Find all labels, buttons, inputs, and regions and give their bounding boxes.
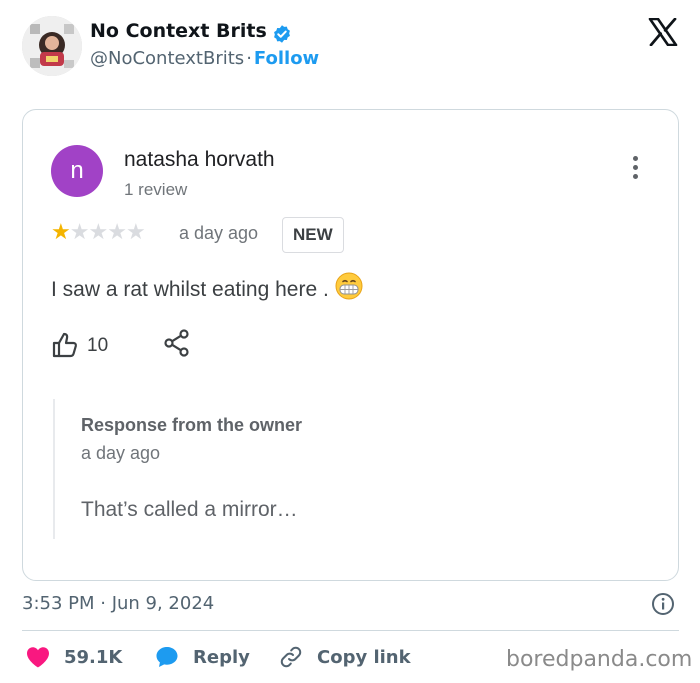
owner-response-time: a day ago [81, 443, 161, 463]
star-rating: ★★★★★ [51, 219, 146, 244]
owner-response-title: Response from the owner [81, 415, 303, 435]
review-time: a day ago [179, 223, 259, 243]
share-icon [164, 329, 189, 357]
author-avatar[interactable] [22, 16, 82, 76]
reviewer-name: natasha horvath [124, 148, 275, 171]
tweet-timestamp[interactable]: 3:53 PM · Jun 9, 2024 [22, 593, 214, 614]
author-avatar-image [22, 16, 82, 76]
new-badge: NEW [282, 217, 344, 253]
author-handle-line: @NoContextBrits · Follow [90, 48, 319, 69]
star-empty-icon: ★ [69, 219, 90, 244]
watermark: boredpanda.com [506, 647, 693, 672]
owner-response-text: That’s called a mirror… [81, 498, 298, 521]
review-text-line: I saw a rat whilst eating here . [51, 272, 363, 302]
footer-divider [22, 630, 679, 631]
owner-response-divider [53, 399, 55, 539]
heart-icon [27, 647, 49, 668]
review-text: I saw a rat whilst eating here . [51, 278, 329, 301]
reviewer-avatar: n [51, 145, 103, 197]
star-empty-icon: ★ [88, 219, 108, 244]
x-logo-icon[interactable] [648, 18, 678, 46]
copy-link-button[interactable]: Copy link [279, 645, 411, 669]
like-count: 59.1K [64, 646, 123, 668]
reply-bubble-icon [156, 647, 178, 667]
like-button[interactable]: 59.1K [26, 645, 122, 669]
author-handle[interactable]: @NoContextBrits [90, 48, 244, 69]
review-screenshot: n natasha horvath 1 review ★★★★★ a day a… [23, 110, 678, 580]
reply-button[interactable]: Reply [155, 645, 250, 669]
star-empty-icon: ★ [125, 219, 146, 244]
reviewer-review-count: 1 review [124, 180, 188, 199]
info-icon[interactable] [651, 592, 675, 616]
embedded-image-card[interactable]: n natasha horvath 1 review ★★★★★ a day a… [22, 109, 679, 581]
handle-separator: · [246, 48, 252, 69]
author-name[interactable]: No Context Brits [90, 20, 267, 42]
star-filled-icon: ★ [51, 219, 71, 244]
more-vert-icon [625, 153, 645, 181]
copy-link-label: Copy link [317, 646, 411, 668]
reply-label: Reply [193, 646, 250, 668]
verified-badge-icon [274, 25, 290, 43]
link-icon [280, 646, 302, 668]
grimace-mask-emoji [335, 272, 363, 300]
review-like-count: 10 [87, 335, 109, 356]
follow-button[interactable]: Follow [254, 48, 319, 69]
star-empty-icon: ★ [107, 219, 127, 244]
thumbs-up-icon [52, 332, 77, 358]
